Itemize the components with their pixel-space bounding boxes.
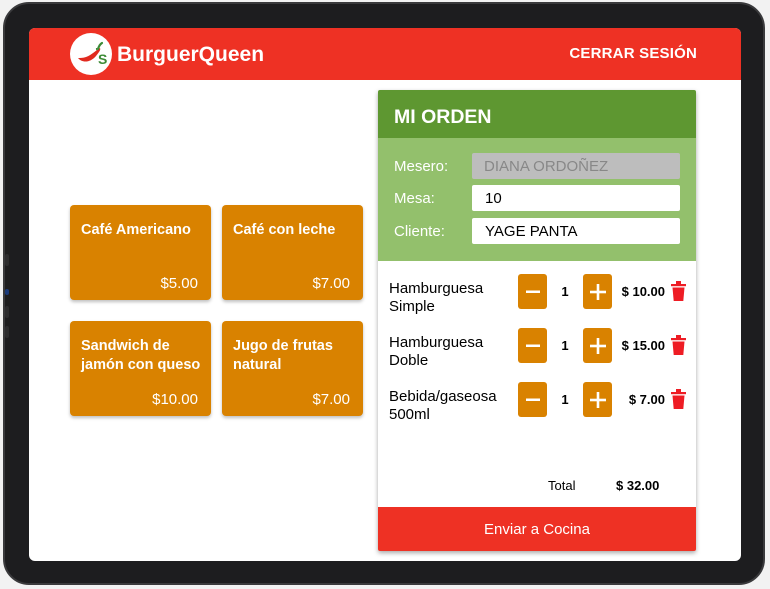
- product-price: $7.00: [312, 391, 350, 408]
- send-to-kitchen-button[interactable]: Enviar a Cocina: [378, 507, 696, 551]
- delete-button[interactable]: [671, 389, 686, 414]
- minus-icon: [525, 344, 540, 347]
- svg-text:S: S: [98, 51, 107, 67]
- item-name: Bebida/gaseosa 500ml: [389, 388, 497, 423]
- product-name: Jugo de frutas natural: [233, 338, 333, 373]
- item-quantity: 1: [561, 392, 569, 407]
- product-price: $5.00: [160, 275, 198, 292]
- product-name: Café Americano: [81, 222, 191, 238]
- side-button: [5, 306, 9, 318]
- tablet-frame: S ' BurguerQueen CERRAR SESIÓN Café Amer…: [3, 2, 765, 585]
- product-name: Café con leche: [233, 222, 336, 238]
- delete-button[interactable]: [671, 335, 686, 360]
- chili-pepper-logo-icon: S ': [70, 33, 112, 75]
- side-button: [5, 254, 9, 266]
- plus-icon: [589, 391, 606, 408]
- decrement-button[interactable]: [518, 328, 547, 363]
- increment-button[interactable]: [583, 382, 612, 417]
- product-card[interactable]: Café con leche $7.00: [222, 205, 363, 300]
- trash-icon: [671, 335, 686, 355]
- item-quantity: 1: [561, 284, 569, 299]
- order-item: Hamburguesa Simple 1 $ 10.00: [378, 274, 696, 328]
- table-field[interactable]: [472, 185, 680, 211]
- side-indicator: [5, 289, 9, 295]
- brand-name: BurguerQueen: [117, 43, 265, 66]
- item-price: $ 10.00: [621, 284, 665, 299]
- decrement-button[interactable]: [518, 382, 547, 417]
- item-name: Hamburguesa Doble: [389, 334, 484, 369]
- waiter-label: Mesero:: [394, 158, 449, 175]
- order-title: MI ORDEN: [394, 106, 492, 128]
- minus-icon: [525, 290, 540, 293]
- order-form: Mesero: Mesa: Cliente:: [378, 138, 696, 261]
- item-price: $ 15.00: [621, 338, 665, 353]
- total-value: $ 32.00: [616, 478, 660, 493]
- trash-icon: [671, 389, 686, 409]
- svg-text:': ': [96, 47, 98, 56]
- plus-icon: [589, 337, 606, 354]
- logout-button[interactable]: CERRAR SESIÓN: [569, 45, 697, 62]
- order-panel: MI ORDEN Mesero: Mesa: Cliente: Hamburgu…: [378, 90, 696, 551]
- table-label: Mesa:: [394, 190, 435, 207]
- app-header: S ' BurguerQueen CERRAR SESIÓN: [29, 28, 741, 80]
- product-price: $7.00: [312, 275, 350, 292]
- product-name: Sandwich de jamón con queso: [81, 338, 201, 373]
- product-card[interactable]: Café Americano $5.00: [70, 205, 211, 300]
- trash-icon: [671, 281, 686, 301]
- increment-button[interactable]: [583, 274, 612, 309]
- minus-icon: [525, 398, 540, 401]
- order-header: MI ORDEN: [378, 90, 696, 138]
- decrement-button[interactable]: [518, 274, 547, 309]
- item-quantity: 1: [561, 338, 569, 353]
- increment-button[interactable]: [583, 328, 612, 363]
- item-price: $ 7.00: [628, 392, 665, 407]
- waiter-field: [472, 153, 680, 179]
- app-screen: S ' BurguerQueen CERRAR SESIÓN Café Amer…: [29, 28, 741, 561]
- device-background: S ' BurguerQueen CERRAR SESIÓN Café Amer…: [0, 0, 770, 589]
- client-label: Cliente:: [394, 223, 445, 240]
- product-card[interactable]: Jugo de frutas natural $7.00: [222, 321, 363, 416]
- order-item: Bebida/gaseosa 500ml 1 $ 7.00: [378, 382, 696, 436]
- total-label: Total: [548, 478, 576, 493]
- order-item: Hamburguesa Doble 1 $ 15.00: [378, 328, 696, 382]
- plus-icon: [589, 283, 606, 300]
- client-field[interactable]: [472, 218, 680, 244]
- delete-button[interactable]: [671, 281, 686, 306]
- product-price: $10.00: [152, 391, 198, 408]
- product-card[interactable]: Sandwich de jamón con queso $10.00: [70, 321, 211, 416]
- side-button: [5, 326, 9, 338]
- item-name: Hamburguesa Simple: [389, 280, 484, 315]
